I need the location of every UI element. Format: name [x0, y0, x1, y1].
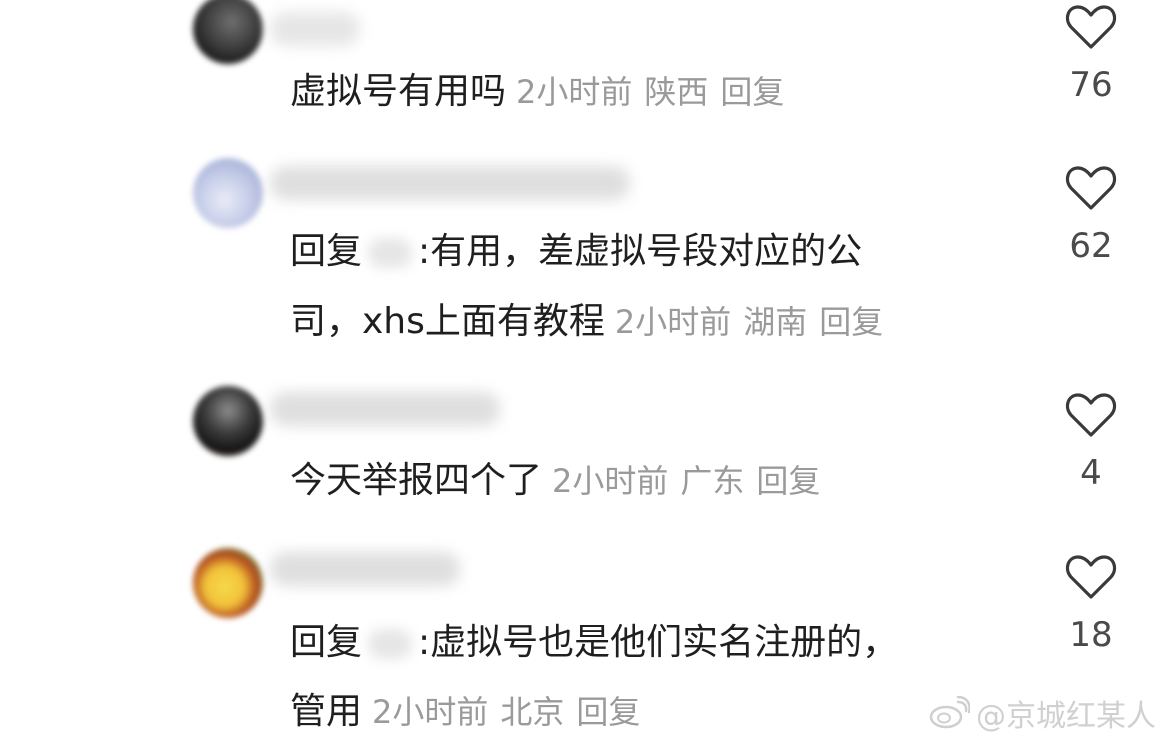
- comment-location: 陕西: [644, 73, 709, 111]
- like-button[interactable]: 4: [1060, 391, 1122, 493]
- username-blurred[interactable]: [270, 12, 360, 46]
- comment-text: :虚拟号也是他们实名注册的，: [418, 622, 899, 663]
- comment-text: 管用: [290, 691, 363, 732]
- reply-prefix: 回复: [290, 622, 363, 663]
- comment-time: 2小时前: [372, 693, 489, 731]
- avatar[interactable]: [193, 386, 263, 456]
- mention-blurred[interactable]: [368, 238, 413, 268]
- like-button[interactable]: 76: [1060, 3, 1122, 105]
- like-count: 76: [1069, 65, 1113, 105]
- like-button[interactable]: 62: [1060, 164, 1122, 266]
- comment-text-row: 回复 :有用，差虚拟号段对应的公: [290, 212, 862, 292]
- comment-list: 虚拟号有用吗 2小时前 陕西 回复 76 回复:有用，差虚拟号段对应的公 司，xhs上…: [0, 0, 1170, 745]
- comment-text-row: 管用 2小时前 北京 回复: [290, 672, 640, 745]
- watermark-text: @京城红某人: [976, 699, 1156, 734]
- comment-location: 广东: [680, 462, 745, 500]
- heart-outline-icon: [1065, 393, 1117, 437]
- like-count: 4: [1080, 453, 1102, 493]
- reply-button[interactable]: 回复: [576, 693, 640, 731]
- heart-outline-icon: [1065, 555, 1117, 599]
- comment-text: 司，xhs上面有教程: [290, 301, 605, 342]
- reply-button[interactable]: 回复: [720, 73, 784, 111]
- username-blurred[interactable]: [270, 166, 630, 200]
- comment-time: 2小时前: [614, 303, 732, 341]
- comment-meta: 2小时前 广东 回复: [552, 462, 820, 500]
- comment-meta: 2小时前 陕西 回复: [516, 73, 784, 111]
- comment-text: 虚拟号有用吗: [290, 71, 507, 112]
- avatar[interactable]: [193, 0, 263, 64]
- like-count: 62: [1069, 226, 1113, 266]
- comment-time: 2小时前: [516, 73, 633, 111]
- avatar[interactable]: [193, 548, 263, 618]
- comment-time: 2小时前: [552, 462, 669, 500]
- like-count: 18: [1069, 615, 1113, 655]
- comment-text-row: 今天举报四个了 2小时前 广东 回复: [290, 441, 820, 521]
- reply-button[interactable]: 回复: [756, 462, 820, 500]
- username-blurred[interactable]: [270, 552, 460, 586]
- comment-text-row: 回复 :虚拟号也是他们实名注册的，: [290, 603, 898, 683]
- comment-text: :有用，差虚拟号段对应的公: [418, 231, 863, 272]
- comment-text-row: 司，xhs上面有教程 2小时前 湖南 回复: [290, 282, 883, 362]
- watermark: @京城红某人: [928, 691, 1156, 735]
- heart-outline-icon: [1065, 5, 1117, 49]
- comment-text-row: 虚拟号有用吗 2小时前 陕西 回复: [290, 52, 784, 132]
- username-blurred[interactable]: [270, 392, 500, 426]
- reply-button[interactable]: 回复: [819, 303, 883, 341]
- comment-meta: 2小时前 北京 回复: [372, 693, 640, 731]
- comment-location: 湖南: [743, 303, 808, 341]
- comment-text: 今天举报四个了: [290, 460, 543, 501]
- reply-prefix: 回复: [290, 231, 363, 272]
- like-button[interactable]: 18: [1060, 553, 1122, 655]
- mention-blurred[interactable]: [368, 629, 413, 659]
- avatar[interactable]: [193, 158, 263, 228]
- comment-meta: 2小时前 湖南 回复: [615, 303, 883, 341]
- comment-location: 北京: [500, 693, 565, 731]
- heart-outline-icon: [1065, 166, 1117, 210]
- weibo-logo-icon: [929, 696, 970, 729]
